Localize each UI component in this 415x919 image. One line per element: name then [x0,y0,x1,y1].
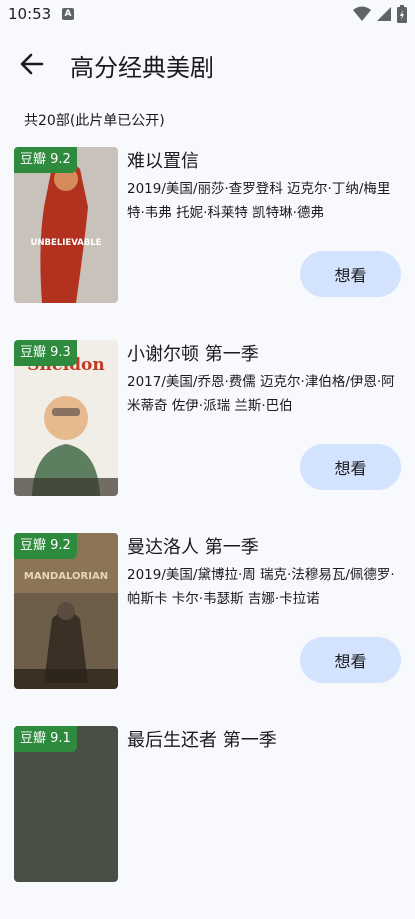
list-item[interactable]: 豆瓣 9.1 最后生还者 第一季 [0,726,415,919]
page-title: 高分经典美剧 [70,54,214,82]
want-to-watch-button[interactable]: 想看 [300,637,401,683]
status-time: 10:53 [8,5,52,23]
item-meta: 2019/美国/丽莎·查罗登科 迈克尔·丁纳/梅里特·韦弗 托妮·科莱特 凯特琳… [127,181,391,221]
list-item[interactable]: Sheldon 豆瓣 9.3 小谢尔顿 第一季 2017/美国/乔恩·费儒 迈克… [0,340,415,533]
notification-app-icon: A [62,8,74,20]
want-to-watch-button[interactable]: 想看 [300,251,401,297]
want-to-watch-button[interactable]: 想看 [300,444,401,490]
item-meta: 2019/美国/黛博拉·周 瑞克·法穆易瓦/佩德罗·帕斯卡 卡尔·韦瑟斯 吉娜·… [127,567,395,607]
rating-badge: 豆瓣 9.3 [14,340,77,366]
rating-badge: 豆瓣 9.1 [14,726,77,752]
item-title: 曼达洛人 第一季 [127,537,259,558]
list-item[interactable]: UNBELIEVABLE 豆瓣 9.2 难以置信 2019/美国/丽莎·查罗登科… [0,147,415,340]
list-item[interactable]: MANDALORIAN 豆瓣 9.2 曼达洛人 第一季 2019/美国/黛博拉·… [0,533,415,726]
list-count: 共20部(此片单已公开) [24,113,165,129]
top-app-bar: 高分经典美剧 [0,30,415,100]
rating-badge: 豆瓣 9.2 [14,533,77,559]
poster-title: UNBELIEVABLE [31,238,102,248]
battery-icon [397,5,407,23]
signal-icon [377,7,391,21]
rating-badge: 豆瓣 9.2 [14,147,77,173]
wifi-icon [353,6,371,21]
status-bar: 10:53 A [0,0,415,30]
item-title: 最后生还者 第一季 [127,730,277,751]
poster-title: MANDALORIAN [24,571,108,582]
item-title: 难以置信 [127,151,199,172]
movie-list: UNBELIEVABLE 豆瓣 9.2 难以置信 2019/美国/丽莎·查罗登科… [0,147,415,919]
item-title: 小谢尔顿 第一季 [127,344,259,365]
item-meta: 2017/美国/乔恩·费儒 迈克尔·津伯格/伊恩·阿米蒂奇 佐伊·派瑞 兰斯·巴… [127,374,395,414]
back-arrow-icon[interactable] [18,50,46,78]
